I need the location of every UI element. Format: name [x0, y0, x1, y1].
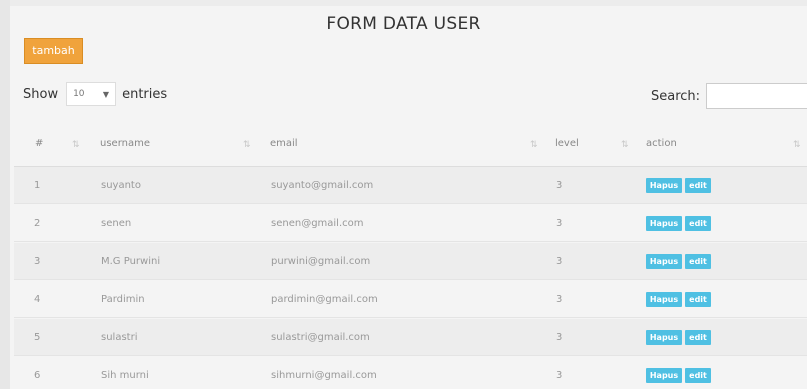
cell-username: sulastri — [101, 332, 138, 343]
cell-number: 3 — [34, 256, 41, 267]
delete-button[interactable]: Hapus — [646, 330, 682, 345]
table-row: 1 suyanto suyanto@gmail.com 3 Hapus edit — [14, 167, 807, 204]
edit-button[interactable]: edit — [685, 254, 711, 269]
edit-button[interactable]: edit — [685, 178, 711, 193]
cell-username: suyanto — [101, 180, 141, 191]
cell-username: Pardimin — [101, 294, 145, 305]
edit-button[interactable]: edit — [685, 330, 711, 345]
show-label: Show — [23, 86, 59, 102]
column-header-level[interactable]: level — [555, 121, 579, 167]
delete-button[interactable]: Hapus — [646, 216, 682, 231]
search-label: Search: — [651, 88, 701, 104]
cell-number: 5 — [34, 332, 41, 343]
cell-number: 1 — [34, 180, 41, 191]
delete-button[interactable]: Hapus — [646, 254, 682, 269]
table-row: 3 M.G Purwini purwini@gmail.com 3 Hapus … — [14, 243, 807, 280]
sort-icon[interactable]: ⇅ — [72, 121, 79, 167]
column-header-number[interactable]: # — [35, 121, 43, 167]
table-row: 2 senen senen@gmail.com 3 Hapus edit — [14, 205, 807, 242]
add-user-button[interactable]: tambah — [24, 38, 83, 64]
entries-length-control: Show 10 ▼ entries — [23, 82, 167, 106]
cell-level: 3 — [556, 332, 563, 343]
cell-email: sihmurni@gmail.com — [271, 370, 377, 381]
entries-select[interactable]: 10 ▼ — [66, 82, 117, 106]
cell-number: 6 — [34, 370, 41, 381]
search-control: Search: — [651, 83, 807, 109]
page-left-strip — [0, 0, 10, 389]
cell-email: purwini@gmail.com — [271, 256, 371, 267]
column-header-username[interactable]: username — [100, 121, 150, 167]
cell-email: pardimin@gmail.com — [271, 294, 378, 305]
sort-icon[interactable]: ⇅ — [621, 121, 628, 167]
cell-username: senen — [101, 218, 132, 229]
edit-button[interactable]: edit — [685, 368, 711, 383]
cell-username: Sih murni — [101, 370, 149, 381]
table-header: # ⇅ username ⇅ email ⇅ level ⇅ action ⇅ — [14, 121, 807, 167]
delete-button[interactable]: Hapus — [646, 292, 682, 307]
cell-level: 3 — [556, 256, 563, 267]
sort-icon[interactable]: ⇅ — [793, 121, 800, 167]
cell-level: 3 — [556, 294, 563, 305]
edit-button[interactable]: edit — [685, 216, 711, 231]
sort-icon[interactable]: ⇅ — [243, 121, 250, 167]
cell-email: senen@gmail.com — [271, 218, 364, 229]
page-title: FORM DATA USER — [326, 14, 481, 34]
edit-button[interactable]: edit — [685, 292, 711, 307]
cell-level: 3 — [556, 218, 563, 229]
chevron-down-icon: ▼ — [102, 89, 110, 99]
sort-icon[interactable]: ⇅ — [530, 121, 537, 167]
cell-email: suyanto@gmail.com — [271, 180, 374, 191]
cell-email: sulastri@gmail.com — [271, 332, 370, 343]
cell-number: 2 — [34, 218, 41, 229]
search-input[interactable] — [706, 83, 807, 109]
cell-level: 3 — [556, 180, 563, 191]
table-row: 5 sulastri sulastri@gmail.com 3 Hapus ed… — [14, 319, 807, 356]
table-row: 4 Pardimin pardimin@gmail.com 3 Hapus ed… — [14, 281, 807, 318]
table-row: 6 Sih murni sihmurni@gmail.com 3 Hapus e… — [14, 357, 807, 389]
delete-button[interactable]: Hapus — [646, 178, 682, 193]
column-header-action[interactable]: action — [646, 121, 677, 167]
cell-level: 3 — [556, 370, 563, 381]
entries-select-value: 10 — [73, 89, 85, 99]
entries-label: entries — [122, 86, 168, 102]
cell-number: 4 — [34, 294, 41, 305]
cell-username: M.G Purwini — [101, 256, 161, 267]
delete-button[interactable]: Hapus — [646, 368, 682, 383]
column-header-email[interactable]: email — [270, 121, 298, 167]
